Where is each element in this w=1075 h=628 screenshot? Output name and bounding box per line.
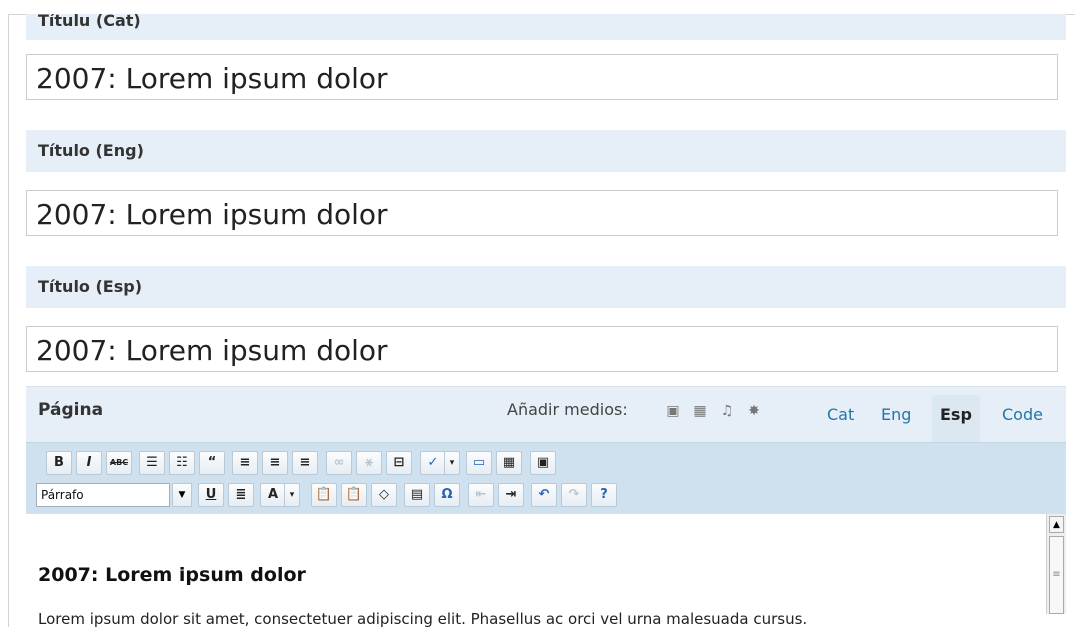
- scroll-thumb[interactable]: ≡: [1049, 536, 1064, 614]
- field-label-cat-text: Títulu (Cat): [38, 14, 141, 30]
- add-media-icon[interactable]: ✸: [746, 403, 762, 419]
- tab-cat[interactable]: Cat: [819, 395, 862, 443]
- field-label-eng-text: Título (Eng): [38, 141, 144, 160]
- tab-code[interactable]: Code: [994, 395, 1051, 443]
- scroll-up-icon[interactable]: ▲: [1049, 516, 1064, 533]
- text-color-dropdown-icon[interactable]: ▾: [284, 483, 300, 507]
- editor-content[interactable]: 2007: Lorem ipsum dolor Lorem ipsum dolo…: [26, 514, 1046, 628]
- spellcheck-icon[interactable]: ✓: [420, 451, 446, 475]
- field-label-esp-text: Título (Esp): [38, 277, 143, 296]
- editor-scrollbar[interactable]: ▲ ≡: [1046, 514, 1066, 614]
- content-heading: 2007: Lorem ipsum dolor: [38, 564, 306, 586]
- fullscreen-icon[interactable]: ▭: [466, 451, 492, 475]
- underline-button[interactable]: U: [198, 483, 224, 507]
- tab-esp[interactable]: Esp: [932, 395, 980, 443]
- unlink-icon[interactable]: ⚹: [356, 451, 382, 475]
- content-paragraph: Lorem ipsum dolor sit amet, consectetuer…: [38, 610, 808, 628]
- editor-label: Página: [38, 400, 104, 420]
- field-label-eng: Título (Eng): [26, 130, 1066, 172]
- outdent-icon[interactable]: ⇤: [468, 483, 494, 507]
- link-icon[interactable]: ∞: [326, 451, 352, 475]
- editor-toolbar: B I ABC ☰ ☷ “ ≡ ≡ ≡ ∞ ⚹ ⊟ ✓ ▾ ▭ ▦ ▣ Párr…: [26, 442, 1066, 515]
- undo-icon[interactable]: ↶: [531, 483, 557, 507]
- title-input-cat[interactable]: [26, 54, 1058, 100]
- justify-icon[interactable]: ≣: [228, 483, 254, 507]
- title-input-esp[interactable]: [26, 326, 1058, 372]
- paste-text-icon[interactable]: 📋: [311, 483, 337, 507]
- more-tag-icon[interactable]: ⊟: [386, 451, 412, 475]
- align-center-icon[interactable]: ≡: [262, 451, 288, 475]
- field-label-esp: Título (Esp): [26, 266, 1066, 308]
- remove-format-icon[interactable]: ◇: [371, 483, 397, 507]
- align-right-icon[interactable]: ≡: [292, 451, 318, 475]
- add-audio-icon[interactable]: ♫: [719, 403, 735, 419]
- add-image-icon[interactable]: ▣: [665, 403, 681, 419]
- spellcheck-dropdown-icon[interactable]: ▾: [444, 451, 460, 475]
- embed-media-icon[interactable]: ▤: [404, 483, 430, 507]
- editor-header: Página Añadir medios: ▣ ▦ ♫ ✸ Cat Eng Es…: [26, 386, 1066, 443]
- text-color-icon[interactable]: A: [260, 483, 286, 507]
- copy-icon[interactable]: ▣: [530, 451, 556, 475]
- bullet-list-icon[interactable]: ☰: [139, 451, 165, 475]
- format-select-arrow-icon[interactable]: ▼: [172, 483, 192, 507]
- title-input-eng[interactable]: [26, 190, 1058, 236]
- indent-icon[interactable]: ⇥: [498, 483, 524, 507]
- numbered-list-icon[interactable]: ☷: [169, 451, 195, 475]
- format-select[interactable]: Párrafo: [36, 483, 170, 507]
- redo-icon[interactable]: ↷: [561, 483, 587, 507]
- special-char-icon[interactable]: Ω: [434, 483, 460, 507]
- kitchen-sink-icon[interactable]: ▦: [496, 451, 522, 475]
- blockquote-icon[interactable]: “: [199, 451, 225, 475]
- add-video-icon[interactable]: ▦: [692, 403, 708, 419]
- strikethrough-button[interactable]: ABC: [106, 451, 132, 475]
- help-icon[interactable]: ?: [591, 483, 617, 507]
- media-label: Añadir medios:: [507, 400, 628, 419]
- tab-eng[interactable]: Eng: [873, 395, 919, 443]
- paste-word-icon[interactable]: 📋: [341, 483, 367, 507]
- align-left-icon[interactable]: ≡: [232, 451, 258, 475]
- field-label-cat: Títulu (Cat): [26, 14, 1066, 40]
- bold-button[interactable]: B: [46, 451, 72, 475]
- italic-button[interactable]: I: [76, 451, 102, 475]
